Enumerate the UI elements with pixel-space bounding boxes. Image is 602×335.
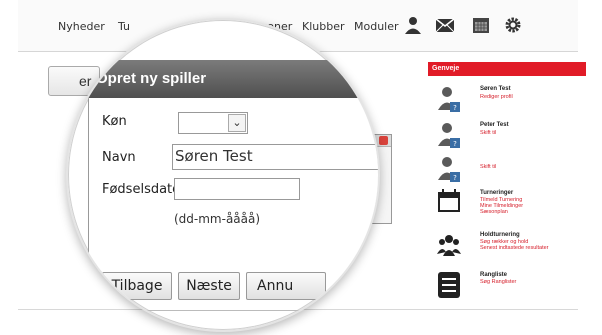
calendar-icon — [436, 188, 462, 218]
svg-text:?: ? — [453, 140, 457, 148]
shortcut-item-tournaments[interactable]: Turneringer Tilmeld Turnering Mine Tilme… — [436, 188, 586, 222]
create-player-dialog: Opret ny spiller Køn ⌄ Navn Søren Test F… — [68, 20, 378, 330]
svg-text:?: ? — [453, 104, 457, 112]
shortcut-item-switch-user[interactable]: ? Peter Test Skift til — [436, 120, 586, 154]
gear-icon[interactable] — [502, 14, 524, 36]
birthdate-label: Fødselsdato — [102, 182, 181, 197]
shortcuts-panel: Genveje ? Søren Test Rediger profil ? Pe… — [428, 62, 586, 302]
shortcut-link-switch[interactable]: Skift til — [480, 130, 496, 136]
close-icon[interactable] — [379, 136, 388, 145]
shortcut-title: Turneringer — [480, 190, 514, 196]
user-icon: ? — [436, 154, 462, 184]
date-format-hint: (dd-mm-åååå) — [174, 212, 261, 226]
mail-icon[interactable] — [434, 14, 456, 36]
shortcut-item-team-tournament[interactable]: Holdturnering Søg rækker og hold Senest … — [436, 230, 586, 264]
birthdate-input[interactable] — [174, 178, 300, 200]
dialog-title: Opret ny spiller — [68, 60, 378, 98]
shortcuts-title: Genveje — [428, 62, 586, 76]
shortcut-title: Peter Test — [480, 122, 509, 128]
name-label: Navn — [102, 150, 136, 165]
cancel-button[interactable]: Annu — [246, 272, 326, 300]
shortcut-title: Holdturnering — [480, 232, 520, 238]
shortcut-item-ranking[interactable]: Rangliste Søg Ranglister — [436, 270, 586, 304]
shortcut-title: Rangliste — [480, 272, 508, 278]
shortcut-link-search-rankings[interactable]: Søg Ranglister — [480, 279, 516, 285]
gender-select[interactable]: ⌄ — [178, 112, 248, 134]
shortcut-link-latest-results[interactable]: Senest indtastede resultater — [480, 245, 549, 251]
shortcut-link-edit-profile[interactable]: Rediger profil — [480, 94, 513, 100]
dialog-divider — [88, 310, 378, 311]
user-icon: ? — [436, 84, 462, 114]
shortcut-item-profile[interactable]: ? Søren Test Rediger profil — [436, 84, 586, 118]
shortcut-link-season-plan[interactable]: Sæsonplan — [480, 209, 508, 215]
next-button[interactable]: Næste — [178, 272, 240, 300]
calendar-icon[interactable] — [470, 14, 492, 36]
chevron-down-icon[interactable]: ⌄ — [228, 114, 246, 132]
back-button[interactable]: Tilbage — [102, 272, 172, 300]
shortcut-title: Søren Test — [480, 86, 511, 92]
svg-text:?: ? — [453, 174, 457, 182]
shortcut-link-switch[interactable]: Skift til — [480, 164, 496, 170]
shortcut-item-switch-user-2[interactable]: ? Skift til — [436, 154, 586, 188]
list-icon — [436, 270, 462, 300]
user-icon: ? — [436, 120, 462, 150]
name-input[interactable]: Søren Test — [172, 144, 378, 170]
person-icon[interactable] — [402, 14, 424, 36]
group-icon — [436, 230, 462, 260]
gender-label: Køn — [102, 114, 127, 129]
magnifier-lens: Opret ny spiller Køn ⌄ Navn Søren Test F… — [66, 18, 380, 332]
